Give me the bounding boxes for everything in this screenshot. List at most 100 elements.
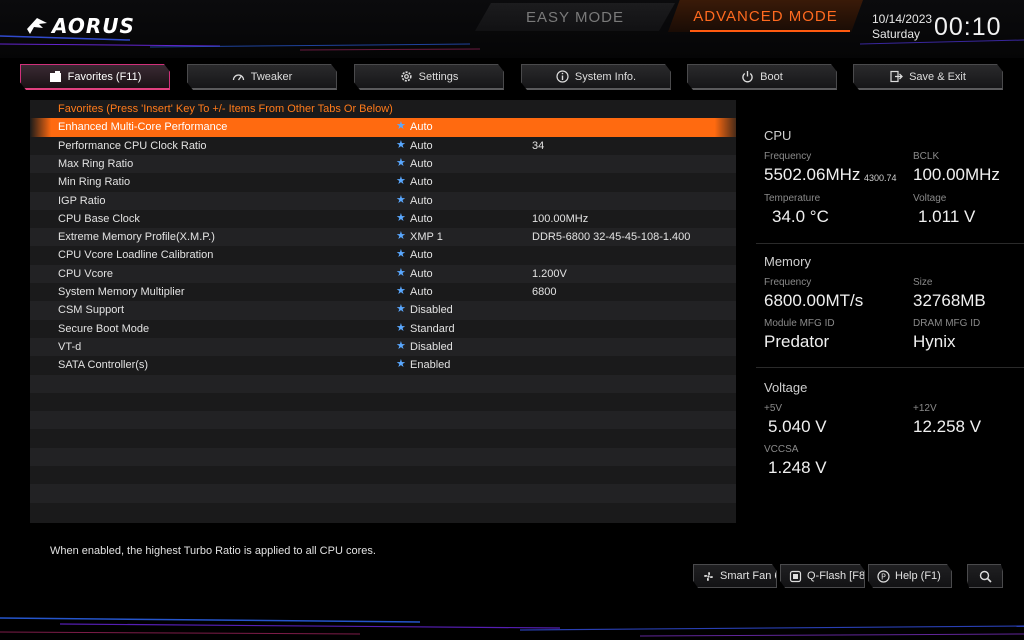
smart-fan-button[interactable]: Smart Fan 6 [F6] <box>693 564 777 588</box>
setting-info: 1.200V <box>532 267 567 280</box>
voltage-section-title: Voltage <box>764 380 808 395</box>
setting-row[interactable]: Performance CPU Clock Ratio ★ Auto 34 <box>30 136 736 155</box>
setting-row[interactable]: Enhanced Multi-Core Performance ★ Auto <box>30 118 736 137</box>
setting-row[interactable]: Secure Boot Mode ★ Standard <box>30 319 736 338</box>
setting-value[interactable]: Disabled <box>410 341 453 353</box>
exit-icon <box>890 70 903 83</box>
bclk-label: BCLK <box>913 151 940 162</box>
favorite-star-icon: ★ <box>396 193 406 206</box>
help-label: Help (F1) <box>895 570 941 582</box>
setting-label: VT-d <box>58 340 82 353</box>
setting-row[interactable]: SATA Controller(s) ★ Enabled <box>30 356 736 375</box>
empty-row <box>30 411 736 430</box>
memory-section-title: Memory <box>764 254 811 269</box>
advanced-mode-underline <box>690 30 850 32</box>
setting-row[interactable]: CSM Support ★ Disabled <box>30 301 736 320</box>
search-icon <box>979 570 992 583</box>
module-mfg-value: Predator <box>764 332 830 351</box>
dram-mfg-label: DRAM MFG ID <box>913 318 981 329</box>
memory-size-value: 32768MB <box>913 291 986 310</box>
tab-settings[interactable]: Settings <box>354 64 504 90</box>
setting-row[interactable]: System Memory Multiplier ★ Auto 6800 <box>30 283 736 302</box>
setting-row[interactable]: Max Ring Ratio ★ Auto <box>30 154 736 174</box>
bclk-value: 100.00MHz <box>913 165 1000 184</box>
cpu-temperature-value: 34.0 °C <box>772 207 829 226</box>
power-icon <box>742 71 753 83</box>
search-button[interactable] <box>967 564 1003 588</box>
divider <box>756 367 1024 368</box>
date-display: 10/14/2023 Saturday <box>872 12 932 42</box>
empty-row <box>30 484 736 503</box>
empty-row <box>30 502 736 523</box>
advanced-mode-button[interactable]: ADVANCED MODE <box>668 0 863 32</box>
favorite-star-icon: ★ <box>396 175 406 188</box>
tab-label: Save & Exit <box>909 70 966 83</box>
setting-value[interactable]: Disabled <box>410 304 453 316</box>
setting-info: DDR5-6800 32-45-45-108-1.400 <box>532 231 691 244</box>
help-button[interactable]: P Help (F1) <box>868 564 952 588</box>
setting-row[interactable]: Extreme Memory Profile(X.M.P.) ★ XMP 1 D… <box>30 228 736 247</box>
favorite-star-icon: ★ <box>396 138 406 151</box>
favorite-star-icon: ★ <box>396 120 406 133</box>
gear-icon <box>401 71 412 82</box>
tab-save-exit[interactable]: Save & Exit <box>853 64 1003 90</box>
memory-size-label: Size <box>913 277 933 288</box>
setting-label: CPU Vcore <box>58 267 114 280</box>
setting-value[interactable]: Auto <box>410 286 433 298</box>
tab-system-info[interactable]: System Info. <box>521 64 671 90</box>
main-tabs: Favorites (F11) Tweaker Settings System … <box>20 64 1004 92</box>
setting-row[interactable]: CPU Base Clock ★ Auto 100.00MHz <box>30 209 736 229</box>
setting-label: CSM Support <box>58 304 125 317</box>
vccsa-label: VCCSA <box>764 444 799 455</box>
empty-row <box>30 429 736 448</box>
favorite-star-icon: ★ <box>396 358 406 371</box>
setting-label: CPU Vcore Loadline Calibration <box>58 249 214 262</box>
setting-row[interactable]: VT-d ★ Disabled <box>30 337 736 357</box>
v12-label: +12V <box>913 403 937 414</box>
empty-row <box>30 447 736 466</box>
favorite-star-icon: ★ <box>396 321 406 334</box>
setting-value[interactable]: Auto <box>410 158 433 170</box>
setting-label: Performance CPU Clock Ratio <box>58 139 207 152</box>
setting-value[interactable]: XMP 1 <box>410 231 443 243</box>
favorites-icon <box>49 71 61 82</box>
setting-value[interactable]: Auto <box>410 268 433 280</box>
advanced-mode-label: ADVANCED MODE <box>693 7 838 25</box>
cpu-voltage-label: Voltage <box>913 193 947 204</box>
setting-value[interactable]: Auto <box>410 121 433 133</box>
help-description: When enabled, the highest Turbo Ratio is… <box>50 545 376 557</box>
favorite-star-icon: ★ <box>396 339 406 352</box>
v5-value: 5.040 V <box>768 417 827 436</box>
tab-label: Boot <box>760 70 783 83</box>
setting-row[interactable]: Min Ring Ratio ★ Auto <box>30 173 736 192</box>
setting-value[interactable]: Auto <box>410 213 433 225</box>
weekday: Saturday <box>872 27 921 41</box>
memory-frequency-label: Frequency <box>764 277 812 288</box>
tab-label: System Info. <box>574 70 637 83</box>
easy-mode-button[interactable]: EASY MODE <box>475 3 675 31</box>
tab-boot[interactable]: Boot <box>687 64 837 90</box>
qflash-label: Q-Flash [F8] <box>807 570 865 582</box>
setting-value[interactable]: Auto <box>410 176 433 188</box>
setting-value[interactable]: Auto <box>410 140 433 152</box>
setting-row[interactable]: CPU Vcore ★ Auto 1.200V <box>30 264 736 283</box>
setting-info: 34 <box>532 139 545 152</box>
favorite-star-icon: ★ <box>396 211 406 224</box>
setting-value[interactable]: Auto <box>410 249 433 261</box>
qflash-button[interactable]: Q-Flash [F8] <box>780 564 865 588</box>
memory-frequency-value: 6800.00MT/s <box>764 291 864 310</box>
favorite-star-icon: ★ <box>396 230 406 243</box>
info-icon <box>556 70 569 83</box>
setting-value[interactable]: Auto <box>410 195 433 207</box>
setting-value[interactable]: Standard <box>410 323 455 335</box>
help-icon: P <box>877 569 890 583</box>
qflash-icon <box>789 570 802 582</box>
setting-value[interactable]: Enabled <box>410 359 450 371</box>
tab-favorites[interactable]: Favorites (F11) <box>20 64 170 90</box>
setting-row[interactable]: CPU Vcore Loadline Calibration ★ Auto <box>30 246 736 265</box>
v5-label: +5V <box>764 403 783 414</box>
setting-row[interactable]: IGP Ratio ★ Auto <box>30 191 736 210</box>
cpu-frequency-label: Frequency <box>764 151 812 162</box>
tab-tweaker[interactable]: Tweaker <box>187 64 337 90</box>
cpu-frequency-sub: 4300.74 <box>864 173 897 183</box>
